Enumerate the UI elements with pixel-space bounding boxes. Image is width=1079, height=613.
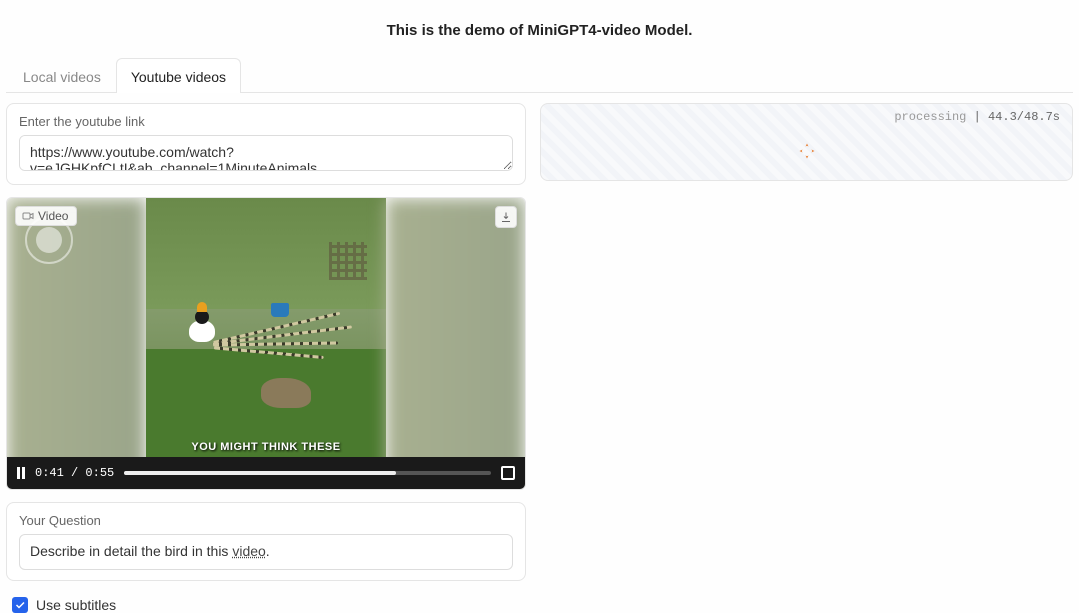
video-time: 0:41 / 0:55: [35, 466, 114, 480]
download-button[interactable]: [495, 206, 517, 228]
video-caption-overlay: YOU MIGHT THINK THESE: [7, 441, 525, 453]
tab-youtube-videos[interactable]: Youtube videos: [116, 58, 241, 93]
youtube-link-input[interactable]: https://www.youtube.com/watch?v=eJGHKpfC…: [19, 135, 513, 171]
video-progress-fill: [124, 471, 395, 475]
status-text: processing | 44.3/48.7s: [894, 110, 1060, 124]
subtitles-label: Use subtitles: [36, 597, 116, 613]
download-icon: [500, 211, 512, 223]
video-progress[interactable]: [124, 471, 491, 475]
video-controls: 0:41 / 0:55: [7, 457, 525, 489]
video-icon: [22, 210, 34, 222]
output-panel: processing | 44.3/48.7s: [540, 103, 1073, 181]
subtitles-checkbox[interactable]: [12, 597, 28, 613]
video-badge-label: Video: [38, 209, 68, 223]
youtube-link-label: Enter the youtube link: [19, 114, 513, 129]
video-badge: Video: [15, 206, 77, 226]
page-title: This is the demo of MiniGPT4-video Model…: [6, 0, 1073, 57]
youtube-link-panel: Enter the youtube link https://www.youtu…: [6, 103, 526, 185]
tab-local-videos[interactable]: Local videos: [8, 58, 116, 93]
fullscreen-button[interactable]: [501, 466, 515, 480]
check-icon: [14, 599, 26, 611]
question-panel: Your Question Describe in detail the bir…: [6, 502, 526, 581]
question-input[interactable]: Describe in detail the bird in this vide…: [19, 534, 513, 570]
video-player[interactable]: Video: [6, 197, 526, 490]
question-label: Your Question: [19, 513, 513, 528]
tabs: Local videos Youtube videos: [6, 57, 1073, 93]
loading-spinner-icon: [798, 142, 816, 160]
pause-button[interactable]: [17, 467, 25, 479]
subtitles-row: Use subtitles: [6, 593, 526, 613]
